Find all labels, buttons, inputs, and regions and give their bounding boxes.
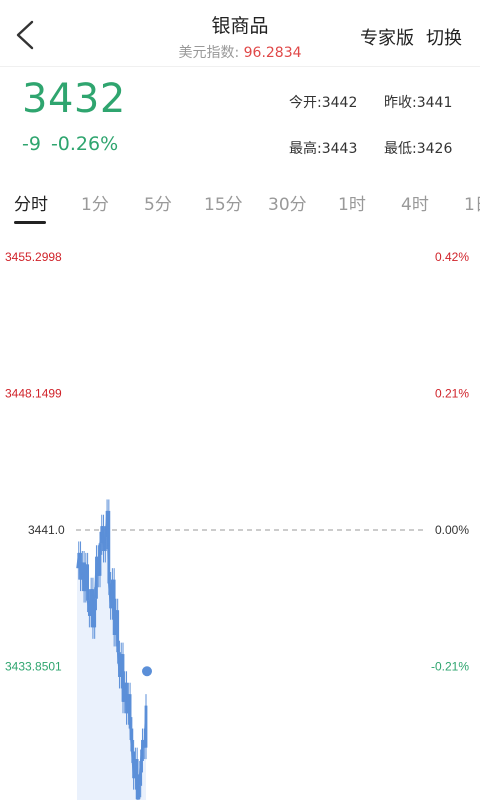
- current-price: 3432: [22, 76, 126, 122]
- prev-close-stat: 昨收:3441: [384, 92, 452, 112]
- expert-version-button[interactable]: 专家版: [360, 24, 414, 50]
- low-label: 最低:: [384, 141, 417, 157]
- price-change: -9 -0.26%: [22, 133, 128, 155]
- y-tick-price-3: 3433.8501: [5, 660, 62, 674]
- tab-5min[interactable]: 5分: [144, 190, 172, 215]
- tab-intraday[interactable]: 分时: [14, 190, 48, 215]
- open-label: 今开:: [289, 95, 322, 111]
- change-value: -9: [22, 133, 41, 155]
- active-tab-indicator: [14, 221, 46, 224]
- dollar-index-label: 美元指数:: [178, 45, 240, 61]
- low-value: 3426: [416, 141, 453, 157]
- prev-close-label: 昨收:: [384, 95, 417, 111]
- open-stat: 今开:3442: [289, 92, 357, 112]
- y-tick-percent-3: -0.21%: [431, 660, 469, 674]
- y-tick-price-0: 3455.2998: [5, 250, 62, 264]
- switch-button[interactable]: 切换: [426, 24, 462, 50]
- y-tick-percent-2: 0.00%: [435, 523, 469, 537]
- tab-1min[interactable]: 1分: [81, 190, 109, 215]
- dollar-index-value: 96.2834: [243, 45, 302, 61]
- high-stat: 最高:3443: [289, 138, 357, 158]
- y-tick-percent-1: 0.21%: [435, 387, 469, 401]
- timeframe-tabs: 分时 1分 5分 15分 30分 1时 4时 1日: [0, 176, 480, 228]
- tab-4hour[interactable]: 4时: [401, 190, 429, 215]
- intraday-chart[interactable]: 3455.2998 0.42% 3448.1499 0.21% 3441.0 0.00% 3…: [0, 230, 480, 800]
- tab-15min[interactable]: 15分: [204, 190, 243, 215]
- tab-1hour[interactable]: 1时: [338, 190, 366, 215]
- y-tick-price-1: 3448.1499: [5, 387, 62, 401]
- change-percent: -0.26%: [50, 133, 119, 155]
- tab-1day[interactable]: 1日: [464, 190, 480, 215]
- prev-close-value: 3441: [416, 95, 453, 111]
- tab-30min[interactable]: 30分: [268, 190, 307, 215]
- high-label: 最高:: [289, 141, 322, 157]
- open-value: 3442: [321, 95, 358, 111]
- y-tick-price-2: 3441.0: [28, 523, 65, 537]
- y-tick-percent-0: 0.42%: [435, 250, 469, 264]
- low-stat: 最低:3426: [384, 138, 452, 158]
- last-price-dot: [142, 666, 152, 677]
- high-value: 3443: [321, 141, 358, 157]
- header-bar: 银商品 美元指数: 96.2834 专家版 切换: [0, 0, 480, 67]
